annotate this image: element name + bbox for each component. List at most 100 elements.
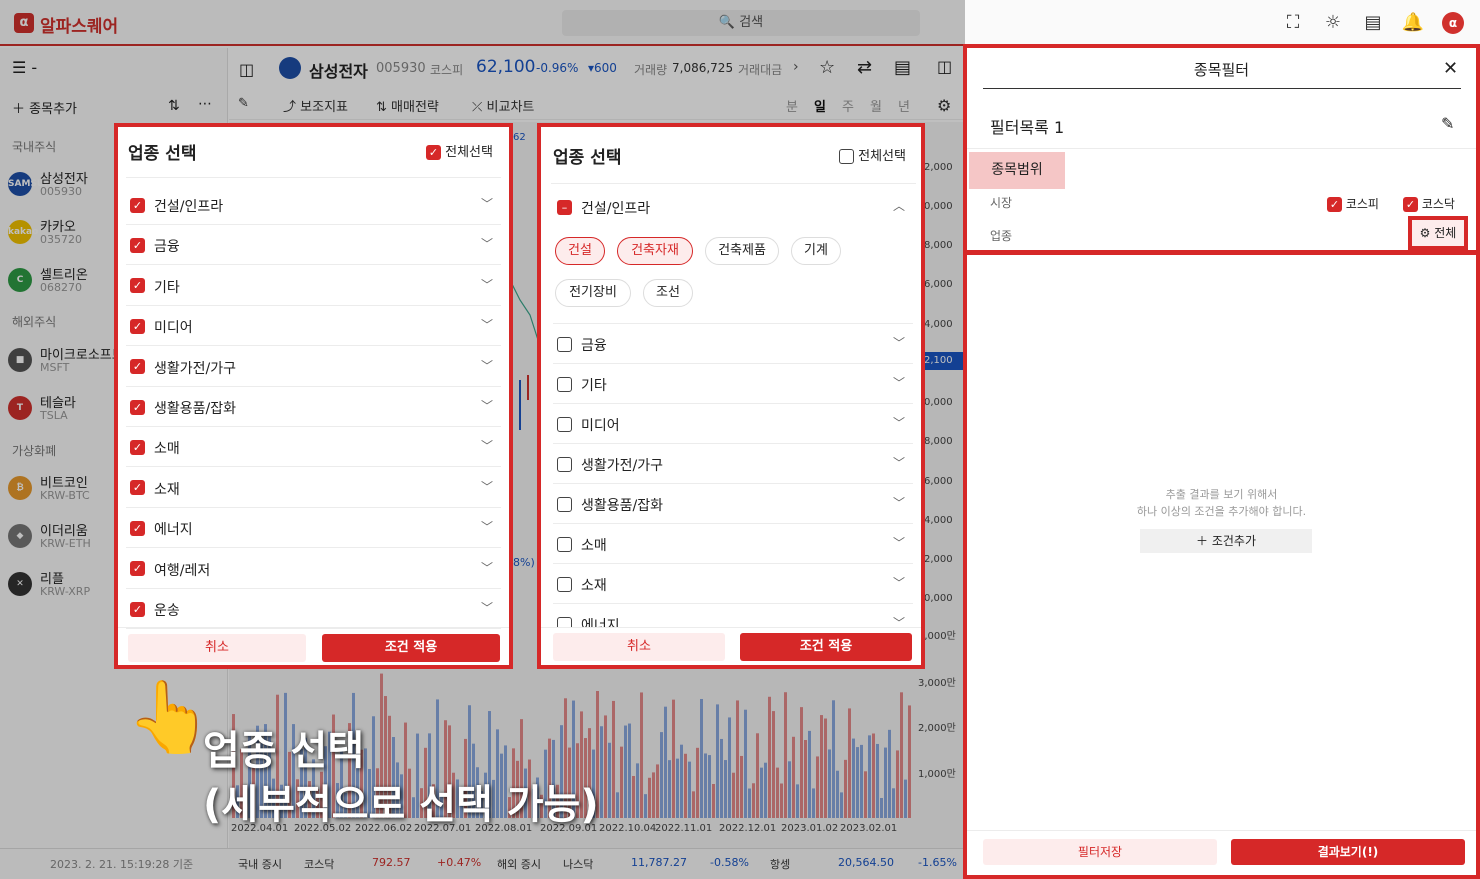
sector-label: 운송 (154, 603, 180, 619)
chevron-down-icon: ﹀ (892, 576, 905, 590)
panel1-select-all[interactable]: ✓ 전체선택 (426, 141, 493, 160)
sector-chip[interactable]: 조선 (643, 279, 693, 307)
save-filter-button[interactable]: 필터저장 (983, 839, 1217, 865)
sector-row[interactable]: ✓ 금융 ﹀ (126, 225, 501, 266)
sector-row[interactable]: ✓ 건설/인프라 ﹀ (126, 185, 501, 225)
sector-chip[interactable]: 전기장비 (555, 279, 631, 307)
bell-icon[interactable]: 🔔 (1401, 11, 1425, 35)
chevron-down-icon: ﹀ (480, 399, 493, 413)
filter-title: 종목필터 (1193, 61, 1250, 79)
chevron-down-icon: ﹀ (480, 479, 493, 494)
sector-row[interactable]: 기타 ﹀ (553, 364, 913, 404)
kospi-label: 코스피 (1345, 197, 1379, 211)
checkbox-checked-icon: ✓ (426, 145, 441, 160)
sector-label: 건설/인프라 (581, 201, 651, 217)
kospi-checkbox[interactable]: ✓ 코스피 (1327, 195, 1379, 212)
checkbox-checked-icon: ✓ (130, 318, 145, 334)
checkbox-checked-icon: ✓ (130, 197, 145, 213)
checkbox-empty-icon (557, 496, 572, 512)
panel2-apply-button[interactable]: 조건 적용 (740, 633, 912, 661)
sector-label: 소매 (154, 441, 180, 458)
checkbox-checked-icon: ✓ (130, 439, 145, 455)
theme-sun-icon[interactable]: ☼ (1321, 11, 1345, 35)
sector-chip[interactable]: 건설 (555, 237, 605, 265)
checkbox-checked-icon: ✓ (130, 520, 145, 536)
checkbox-empty-icon (557, 456, 572, 472)
sector-row[interactable]: ✓ 생활용품/잡화 ﹀ (126, 387, 501, 427)
chevron-down-icon: ﹀ (480, 520, 493, 535)
caption-line1: 업종 선택 (203, 728, 365, 774)
avatar[interactable]: α (1442, 12, 1464, 34)
panel1-cancel-button[interactable]: 취소 (128, 634, 306, 662)
chevron-down-icon: ﹀ (892, 536, 905, 550)
fullscreen-icon[interactable]: ⛶ (1281, 11, 1305, 35)
tab-stock-range[interactable]: 종목범위 (969, 152, 1065, 189)
sector-label: 여행/레저 (154, 562, 211, 579)
sector-row[interactable]: ✓ 소매 ﹀ (126, 427, 501, 468)
sector-label: 생활용품/잡화 (581, 498, 663, 514)
sector-chip[interactable]: 기계 (791, 237, 841, 265)
sector-label: 생활가전/가구 (154, 360, 236, 377)
chevron-down-icon: ﹀ (480, 197, 493, 211)
panel2-select-all[interactable]: 전체선택 (839, 145, 906, 164)
checkbox-checked-icon: ✓ (130, 237, 145, 253)
checkbox-checked-icon: ✓ (130, 601, 145, 617)
sector-row[interactable]: ✓ 운송 ﹀ (126, 589, 501, 629)
sector-row[interactable]: 금융 ﹀ (553, 324, 913, 364)
checkbox-checked-icon: ✓ (130, 359, 145, 375)
chevron-down-icon: ﹀ (892, 496, 905, 510)
sector-row[interactable]: ✓ 에너지 ﹀ (126, 508, 501, 549)
sector-label: 생활가전/가구 (581, 458, 663, 474)
pointing-hand-icon: 👆 (126, 676, 214, 758)
chevron-down-icon: ﹀ (892, 336, 905, 350)
sector-row[interactable]: 소재 ﹀ (553, 564, 913, 604)
checkbox-checked-icon: ✓ (130, 399, 145, 415)
chevron-up-icon: ︿ (892, 199, 905, 213)
sector-row[interactable]: 생활용품/잡화 ﹀ (553, 484, 913, 524)
sector-label: 기타 (581, 378, 607, 394)
plus-icon: ＋ (1195, 534, 1208, 548)
sector-label: 미디어 (154, 320, 193, 337)
chevron-down-icon: ﹀ (480, 277, 493, 292)
sector-row[interactable]: ✓ 여행/레저 ﹀ (126, 549, 501, 589)
close-icon[interactable]: ✕ (1443, 58, 1458, 79)
sector-row[interactable]: 소매 ﹀ (553, 524, 913, 564)
sector-chip[interactable]: 건축제품 (705, 237, 779, 265)
checkbox-empty-icon (557, 376, 572, 392)
checkbox-checked-icon: ✓ (1327, 197, 1342, 212)
sector-all-button[interactable]: ⚙ 전체 (1408, 216, 1468, 250)
checkbox-partial-icon: – (557, 199, 572, 215)
sector-label: 소재 (581, 578, 607, 594)
sector-row[interactable]: ✓ 소재 ﹀ (126, 468, 501, 508)
checkbox-empty-icon (557, 336, 572, 352)
stock-filter-panel: 종목필터 ✕ 필터목록 1 ✎ 종목범위 시장 ✓ 코스피 ✓ 코스닥 업종 ⚙… (963, 44, 1480, 879)
sector-label: 소재 (154, 481, 180, 498)
sector-label: 금융 (154, 239, 180, 256)
chevron-down-icon: ﹀ (892, 416, 905, 430)
chevron-down-icon: ﹀ (480, 439, 493, 454)
chevron-down-icon: ﹀ (480, 560, 493, 575)
sector-label: 에너지 (154, 522, 193, 539)
clipboard-icon[interactable]: ▤ (1361, 11, 1385, 35)
edit-pencil-icon[interactable]: ✎ (1441, 114, 1454, 133)
kosdaq-checkbox[interactable]: ✓ 코스닥 (1403, 195, 1455, 212)
sector-row[interactable]: ✓ 기타 ﹀ (126, 266, 501, 306)
checkbox-checked-icon: ✓ (130, 480, 145, 496)
sector-row[interactable]: 미디어 ﹀ (553, 404, 913, 444)
add-condition-button[interactable]: ＋ 조건추가 (1140, 529, 1312, 553)
app-window: α 알파스퀘어 🔍 검색 ⛶ ☼ ▤ 🔔 α ☰ - ＋ 종목추가 ⇅ ⋯ 국내… (0, 0, 1480, 879)
sector-label: 생활용품/잡화 (154, 401, 236, 417)
sector-row-expanded[interactable]: – 건설/인프라 ︿ (553, 187, 913, 227)
checkbox-empty-icon (557, 416, 572, 432)
add-condition-label: 조건추가 (1211, 534, 1256, 548)
sector-row[interactable]: 생활가전/가구 ﹀ (553, 444, 913, 484)
sector-label: 업종 (990, 229, 1013, 243)
sector-row[interactable]: ✓ 생활가전/가구 ﹀ (126, 347, 501, 387)
empty-msg-2: 하나 이상의 조건을 추가해야 합니다. (1136, 505, 1307, 518)
filter-list-name: 필터목록 1 (990, 118, 1065, 137)
sector-chip[interactable]: 건축자재 (617, 237, 693, 265)
panel1-apply-button[interactable]: 조건 적용 (322, 634, 500, 662)
sector-row[interactable]: ✓ 미디어 ﹀ (126, 306, 501, 347)
view-result-button[interactable]: 결과보기(!) (1231, 839, 1465, 865)
panel2-cancel-button[interactable]: 취소 (553, 633, 725, 661)
